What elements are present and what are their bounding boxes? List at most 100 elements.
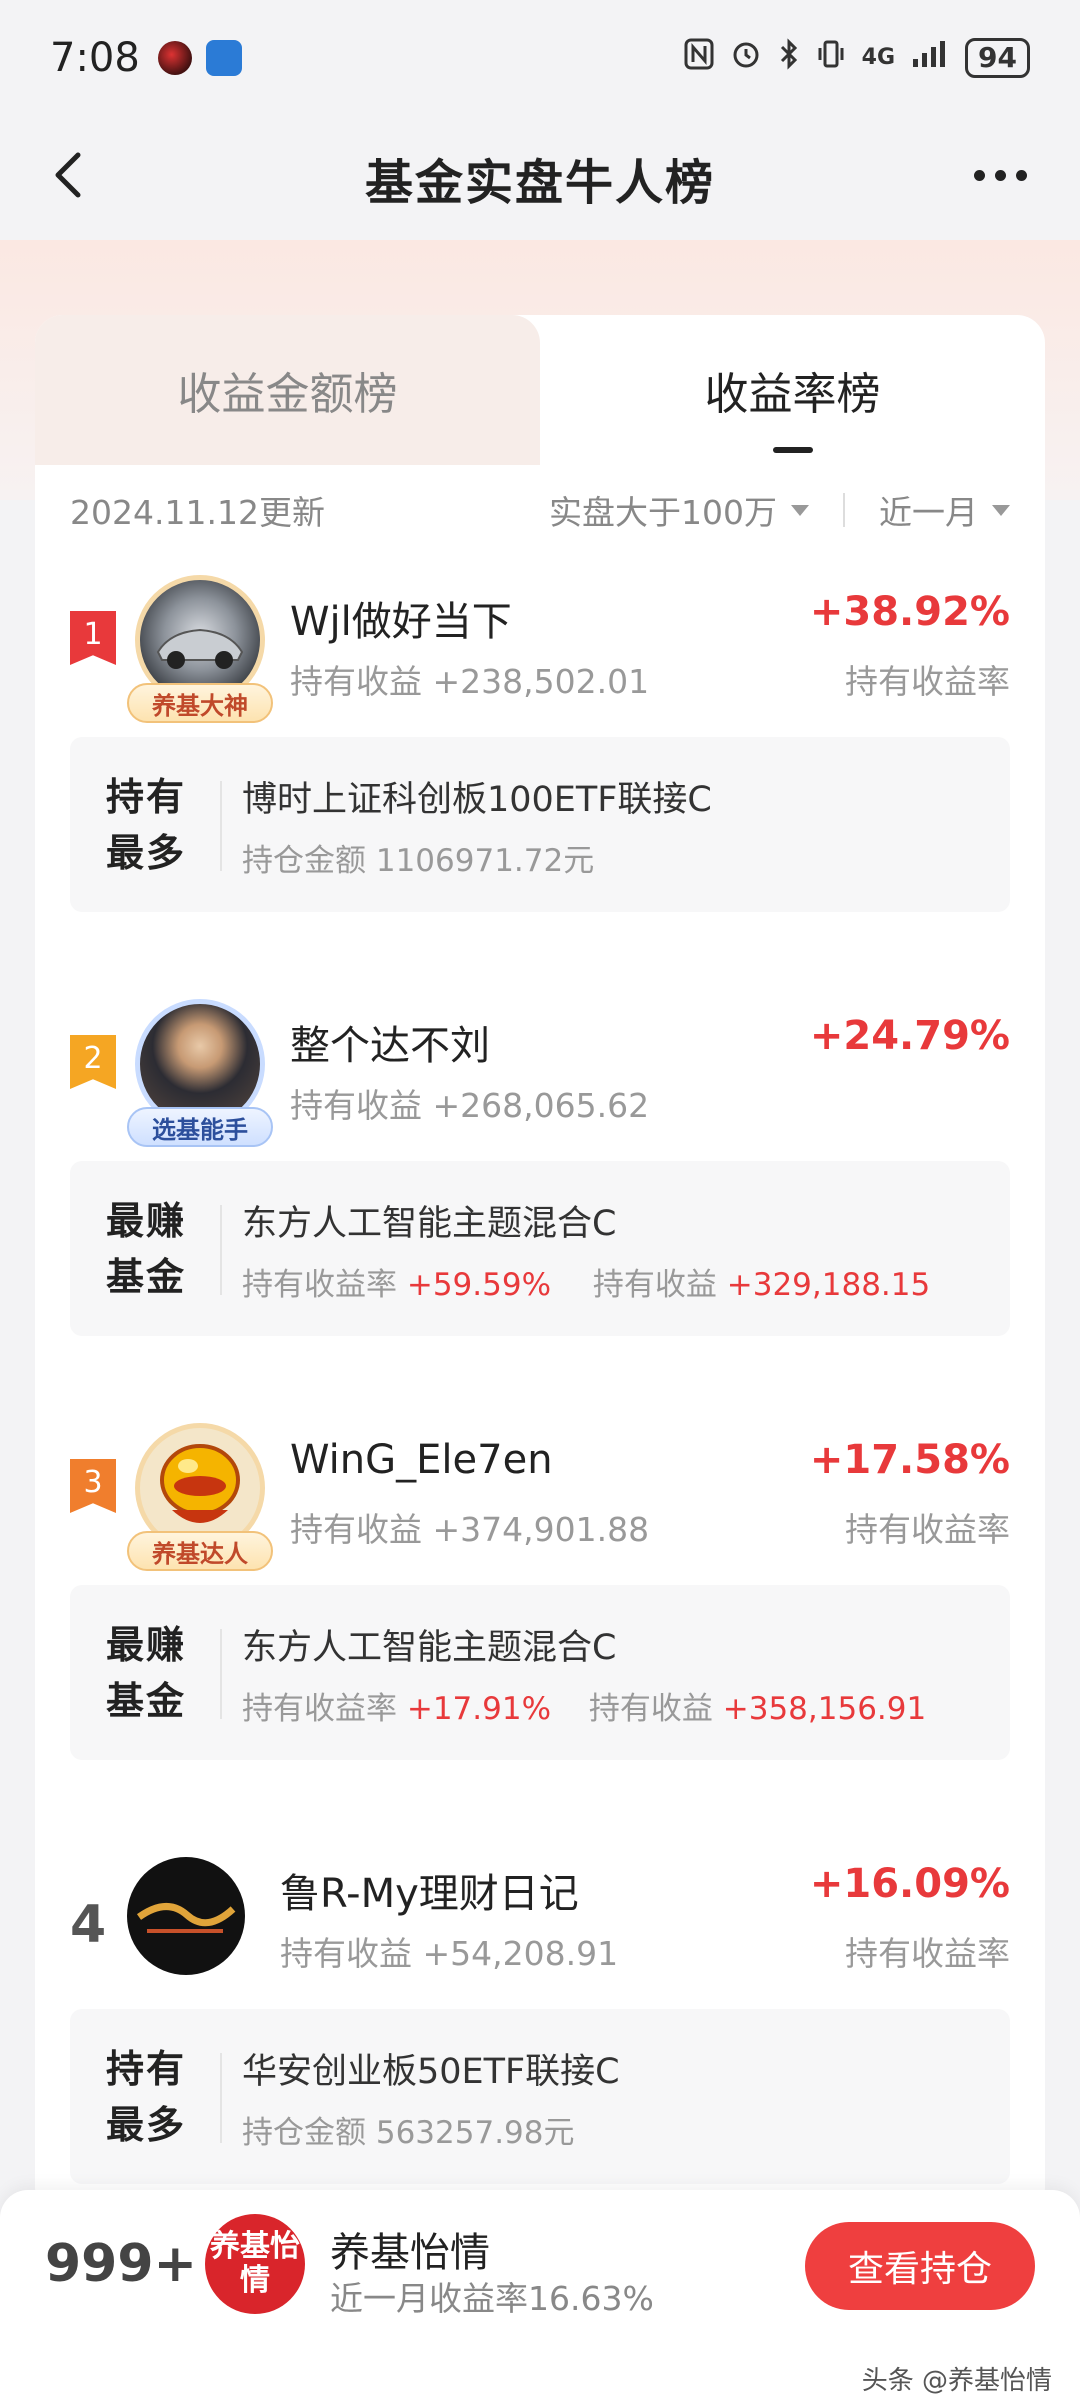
leaderboard-entry[interactable]: 3 养基达人 WinG_Ele7en 持有收益 +374,901.88 +17.… — [35, 1403, 1045, 1827]
fund-detail-label: 持仓金额 — [242, 843, 366, 879]
holding-income-value: +238,502.01 — [432, 662, 650, 701]
divider — [220, 1629, 222, 1719]
tab-label: 收益率榜 — [704, 369, 881, 420]
notification-app-icon — [157, 40, 192, 75]
tab-income-amount[interactable]: 收益金额榜 — [35, 315, 540, 465]
watermark: 头条 @养基怡情 — [861, 2366, 1052, 2396]
user-title-badge: 养基达人 — [127, 1531, 273, 1571]
my-rank-bar: 999+ 养基怡情 养基怡情 近一月收益率16.63% 查看持仓 头条 @养基怡… — [0, 2190, 1080, 2400]
fund-detail-value: +17.91% — [406, 1691, 552, 1727]
fund-detail-label: 持有收益率 — [242, 1691, 397, 1727]
fund-detail: 持仓金额 1106971.72元 — [242, 835, 594, 880]
holding-income-value: +268,065.62 — [432, 1086, 650, 1125]
dot-icon — [994, 169, 1006, 181]
holding-income: 持有收益 +54,208.91 — [280, 1927, 618, 1975]
status-bar: 7:08 4G 94 — [0, 0, 1080, 115]
fund-detail: 持有收益率 +59.59% 持有收益 +329,188.15 — [242, 1259, 930, 1304]
return-rate-label: 持有收益率 — [845, 662, 1010, 701]
fund-tag: 持有 最多 — [106, 769, 196, 881]
fund-tag-line: 最多 — [106, 2103, 187, 2147]
caret-down-icon — [791, 504, 809, 516]
period-filter-label: 近一月 — [879, 493, 978, 532]
my-avatar[interactable]: 养基怡情 — [205, 2214, 305, 2314]
my-name: 养基怡情 — [330, 2230, 490, 2276]
leaderboard-entry[interactable]: 2 选基能手 整个达不刘 持有收益 +268,065.62 +24.79% 最赚… — [35, 979, 1045, 1403]
fund-detail: 持仓金额 563257.98元 — [242, 2107, 575, 2152]
fund-detail-label: 持有收益率 — [242, 1267, 397, 1303]
nav-bar: 基金实盘牛人榜 — [0, 115, 1080, 240]
my-rank: 999+ — [45, 2234, 198, 2294]
tab-return-rate[interactable]: 收益率榜 — [540, 315, 1045, 465]
user-avatar[interactable]: 选基能手 — [127, 999, 273, 1149]
holding-income: 持有收益 +268,065.62 — [290, 1079, 649, 1127]
view-holdings-button[interactable]: 查看持仓 — [805, 2222, 1035, 2310]
fund-tag-line: 最多 — [106, 831, 187, 875]
fund-tag: 最赚 基金 — [106, 1193, 196, 1305]
notification-app-icon — [205, 39, 242, 76]
holding-income-label: 持有收益 — [290, 662, 422, 701]
period-filter-dropdown[interactable]: 近一月 — [879, 486, 1010, 534]
back-button[interactable] — [40, 145, 100, 205]
leaderboard-card: 收益金额榜 收益率榜 2024.11.12更新 实盘大于100万 近一月 1 养… — [35, 315, 1045, 2215]
divider — [220, 2053, 222, 2143]
fund-tag-line: 持有 — [106, 775, 187, 819]
rank-number: 4 — [70, 1895, 107, 1955]
user-name[interactable]: 整个达不刘 — [290, 1013, 490, 1071]
leaderboard-entry[interactable]: 4 鲁R-My理财日记 持有收益 +54,208.91 +16.09% 持有收益… — [35, 1827, 1045, 2215]
update-date: 2024.11.12更新 — [70, 493, 325, 532]
fund-detail-label: 持仓金额 — [242, 2115, 366, 2151]
fund-tag-line: 基金 — [106, 1679, 187, 1723]
avatar — [127, 1857, 245, 1975]
fund-info-box[interactable]: 持有 最多 华安创业板50ETF联接C 持仓金额 563257.98元 — [70, 2009, 1010, 2184]
return-rate-label: 持有收益率 — [845, 1510, 1010, 1549]
fund-info-box[interactable]: 最赚 基金 东方人工智能主题混合C 持有收益率 +59.59% 持有收益 +32… — [70, 1161, 1010, 1336]
holding-income: 持有收益 +374,901.88 — [290, 1503, 649, 1551]
user-title-badge: 养基大神 — [127, 683, 273, 723]
active-tab-indicator — [772, 447, 813, 453]
logo-icon — [136, 1903, 236, 1933]
rank-badge: 2 — [70, 1035, 116, 1089]
fund-detail: 持有收益率 +17.91% 持有收益 +358,156.91 — [242, 1683, 926, 1728]
fund-detail-value: 1106971.72元 — [375, 843, 595, 879]
divider — [220, 1205, 222, 1295]
dot-icon — [973, 169, 985, 181]
fund-name: 博时上证科创板100ETF联接C — [242, 780, 712, 820]
user-avatar[interactable]: 养基达人 — [127, 1423, 273, 1573]
user-title-badge: 选基能手 — [127, 1107, 273, 1147]
fund-tag: 持有 最多 — [106, 2041, 196, 2153]
fund-info-box[interactable]: 最赚 基金 东方人工智能主题混合C 持有收益率 +17.91% 持有收益 +35… — [70, 1585, 1010, 1760]
holding-income-label: 持有收益 — [280, 1934, 412, 1973]
return-rate: +17.58% — [809, 1437, 1010, 1483]
holding-income-label: 持有收益 — [290, 1510, 422, 1549]
more-options-button[interactable] — [960, 145, 1040, 205]
dot-icon — [1015, 169, 1027, 181]
network-label: 4G — [861, 45, 896, 70]
return-rate-label: 持有收益率 — [845, 1934, 1010, 1973]
car-icon — [156, 628, 244, 669]
holding-income-value: +374,901.88 — [432, 1510, 650, 1549]
user-name[interactable]: 鲁R-My理财日记 — [280, 1861, 579, 1919]
holding-income-value: +54,208.91 — [422, 1934, 619, 1973]
return-rate: +16.09% — [809, 1861, 1010, 1907]
status-time: 7:08 — [50, 34, 140, 81]
fund-tag-line: 最赚 — [106, 1623, 187, 1667]
bluetooth-icon — [778, 37, 800, 78]
fund-info-box[interactable]: 持有 最多 博时上证科创板100ETF联接C 持仓金额 1106971.72元 — [70, 737, 1010, 912]
fund-tag: 最赚 基金 — [106, 1617, 196, 1729]
user-name[interactable]: WinG_Ele7en — [290, 1437, 553, 1483]
fund-tag-line: 最赚 — [106, 1199, 187, 1243]
user-avatar[interactable]: 养基大神 — [127, 575, 273, 725]
fund-detail-value: 563257.98元 — [375, 2115, 575, 2151]
tab-label: 收益金额榜 — [177, 369, 398, 420]
battery-indicator: 94 — [965, 37, 1030, 78]
rank-badge: 1 — [70, 611, 116, 665]
back-arrow-icon — [55, 152, 81, 198]
user-name[interactable]: Wjl做好当下 — [290, 589, 512, 647]
fund-tag-line: 持有 — [106, 2047, 187, 2091]
caret-down-icon — [992, 504, 1010, 516]
fund-detail-value: +329,188.15 — [726, 1267, 931, 1303]
amount-filter-dropdown[interactable]: 实盘大于100万 — [549, 486, 809, 534]
leaderboard-entry[interactable]: 1 养基大神 Wjl做好当下 持有收益 +238,502.01 +38.92% … — [35, 555, 1045, 979]
user-avatar[interactable] — [127, 1847, 265, 1997]
fund-detail-label: 持有收益 — [592, 1267, 717, 1303]
